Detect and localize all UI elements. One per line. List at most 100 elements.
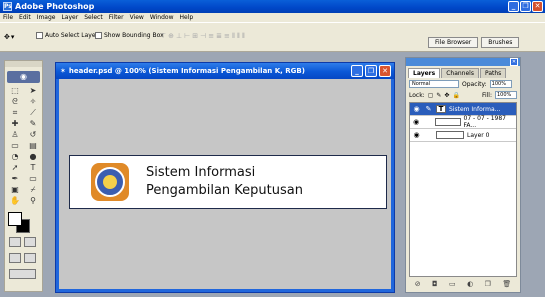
blend-mode-select[interactable]: Normal <box>409 80 459 88</box>
dodge-tool-icon[interactable]: ● <box>25 152 41 162</box>
adjustment-layer-icon[interactable]: ◐ <box>467 280 473 290</box>
banner-line-1: Sistem Informasi <box>146 165 256 180</box>
tool-preset-picker[interactable]: ✥ ▾ <box>4 29 26 44</box>
eraser-tool-icon[interactable]: ▭ <box>7 141 23 151</box>
chevron-down-icon: ▾ <box>10 32 15 41</box>
opacity-field[interactable]: 100% <box>489 80 512 88</box>
align-top-icon[interactable]: ⊤ <box>160 32 166 41</box>
document-title: header.psd @ 100% (Sistem Informasi Peng… <box>68 67 305 75</box>
close-icon[interactable]: ✕ <box>532 1 543 12</box>
restore-icon[interactable]: ❐ <box>520 1 531 12</box>
standard-mode-icon[interactable] <box>9 237 21 247</box>
new-layer-icon[interactable]: ❐ <box>485 280 491 290</box>
visibility-eye-icon[interactable]: ◉ <box>412 131 421 140</box>
history-brush-icon[interactable]: ↺ <box>25 130 41 140</box>
lock-all-icon[interactable]: 🔒 <box>452 92 459 99</box>
lasso-tool-icon[interactable]: ᘓ <box>7 97 23 107</box>
brush-link-icon[interactable]: ✎ <box>424 105 433 114</box>
tab-brushes[interactable]: Brushes <box>481 37 520 48</box>
toolbox-grip[interactable] <box>5 61 42 67</box>
distribute-top-icon[interactable]: ≡ <box>208 32 214 41</box>
hand-tool-icon[interactable]: ✋ <box>7 196 23 206</box>
eyedropper-tool-icon[interactable]: ⌿ <box>25 185 41 195</box>
notes-tool-icon[interactable]: ▣ <box>7 185 23 195</box>
visibility-eye-icon[interactable]: ◉ <box>412 118 420 127</box>
brush-tool-icon[interactable]: ✎ <box>25 119 41 129</box>
shape-tool-icon[interactable]: ▭ <box>25 174 41 184</box>
standard-screen-icon[interactable] <box>9 253 21 263</box>
doc-restore-icon[interactable]: ❐ <box>365 65 377 77</box>
move-tool-icon: ✥ <box>4 32 10 41</box>
menu-filter[interactable]: Filter <box>109 14 124 21</box>
show-bounding-option[interactable]: Show Bounding Box <box>95 32 164 39</box>
menu-select[interactable]: Select <box>84 14 103 21</box>
menu-image[interactable]: Image <box>37 14 56 21</box>
layers-footer: ⊘ ◘ ▭ ◐ ❐ 🗑 <box>409 280 517 290</box>
layer-thumbnail <box>436 131 464 139</box>
add-mask-icon[interactable]: ◘ <box>432 280 438 290</box>
align-center-icon[interactable]: ⊞ <box>192 32 198 41</box>
clone-stamp-icon[interactable]: ♙ <box>7 130 23 140</box>
tab-paths[interactable]: Paths <box>479 68 507 78</box>
document-titlebar[interactable]: ✶ header.psd @ 100% (Sistem Informasi Pe… <box>56 63 394 79</box>
align-bottom-icon[interactable]: ⊥ <box>176 32 182 41</box>
tab-file-browser[interactable]: File Browser <box>428 37 479 48</box>
move-tool-icon[interactable]: ➤ <box>25 86 41 96</box>
gradient-tool-icon[interactable]: ▤ <box>25 141 41 151</box>
slice-tool-icon[interactable]: ⟋ <box>25 108 41 118</box>
adobe-online-icon[interactable]: ◉ <box>7 71 40 83</box>
distribute-center-icon[interactable]: ⫴ <box>237 32 240 41</box>
tab-channels[interactable]: Channels <box>441 68 479 78</box>
layer-row[interactable]: ◉ Layer 0 <box>410 129 516 142</box>
align-middle-icon[interactable]: ⊕ <box>168 32 174 41</box>
crop-tool-icon[interactable]: ⌗ <box>7 108 23 118</box>
lock-transparency-icon[interactable]: ▢ <box>428 92 434 99</box>
new-set-icon[interactable]: ▭ <box>449 280 456 290</box>
canvas-area[interactable]: Sistem Informasi Pengambilan Keputusan <box>56 79 394 292</box>
menu-help[interactable]: Help <box>180 14 194 21</box>
layers-palette-titlebar[interactable]: ✕ <box>406 58 520 66</box>
doc-minimize-icon[interactable]: _ <box>351 65 363 77</box>
visibility-eye-icon[interactable]: ◉ <box>412 105 421 114</box>
distribute-middle-icon[interactable]: ≣ <box>216 32 222 41</box>
lock-image-icon[interactable]: ✎ <box>436 92 441 99</box>
header-banner: Sistem Informasi Pengambilan Keputusan <box>69 155 387 209</box>
menu-file[interactable]: File <box>3 14 13 21</box>
menu-window[interactable]: Window <box>150 14 174 21</box>
distribute-bottom-icon[interactable]: ≡ <box>224 32 230 41</box>
auto-select-checkbox[interactable] <box>36 32 43 39</box>
path-select-icon[interactable]: ➚ <box>7 163 23 173</box>
healing-brush-icon[interactable]: ✚ <box>7 119 23 129</box>
align-left-icon[interactable]: ⊢ <box>184 32 190 41</box>
link-layers-icon[interactable]: ⊘ <box>415 280 421 290</box>
full-screen-menu-icon[interactable] <box>24 253 36 263</box>
layer-row[interactable]: ◉ 07 - 07 - 1987 FA... <box>410 115 516 129</box>
menu-view[interactable]: View <box>130 14 144 21</box>
distribute-right-icon[interactable]: ⫴ <box>242 32 245 41</box>
doc-close-icon[interactable]: ✕ <box>379 65 391 77</box>
blur-tool-icon[interactable]: ◔ <box>7 152 23 162</box>
trash-icon[interactable]: 🗑 <box>502 280 511 290</box>
lock-position-icon[interactable]: ✥ <box>444 92 449 99</box>
jump-to-imageready-icon[interactable] <box>9 269 36 279</box>
distribute-left-icon[interactable]: ⫴ <box>232 32 235 41</box>
auto-select-option[interactable]: Auto Select Layer <box>36 32 98 39</box>
magic-wand-tool-icon[interactable]: ✧ <box>25 97 41 107</box>
type-tool-icon[interactable]: T <box>25 163 41 173</box>
minimize-icon[interactable]: _ <box>508 1 519 12</box>
menu-edit[interactable]: Edit <box>19 14 31 21</box>
menu-layer[interactable]: Layer <box>61 14 78 21</box>
layers-palette: ✕ Layers Channels Paths Normal Opacity: … <box>405 57 521 293</box>
lock-label: Lock: <box>409 91 425 99</box>
fill-field[interactable]: 100% <box>495 91 517 99</box>
marquee-tool-icon[interactable]: ⬚ <box>7 86 23 96</box>
show-bounding-checkbox[interactable] <box>95 32 102 39</box>
palette-close-icon[interactable]: ✕ <box>510 58 518 66</box>
banner-line-2: Pengambilan Keputusan <box>146 183 303 198</box>
pen-tool-icon[interactable]: ✒ <box>7 174 23 184</box>
zoom-tool-icon[interactable]: ⚲ <box>25 196 41 206</box>
align-right-icon[interactable]: ⊣ <box>200 32 206 41</box>
foreground-color-swatch[interactable] <box>8 212 22 226</box>
tab-layers[interactable]: Layers <box>408 68 441 78</box>
quick-mask-icon[interactable] <box>24 237 36 247</box>
